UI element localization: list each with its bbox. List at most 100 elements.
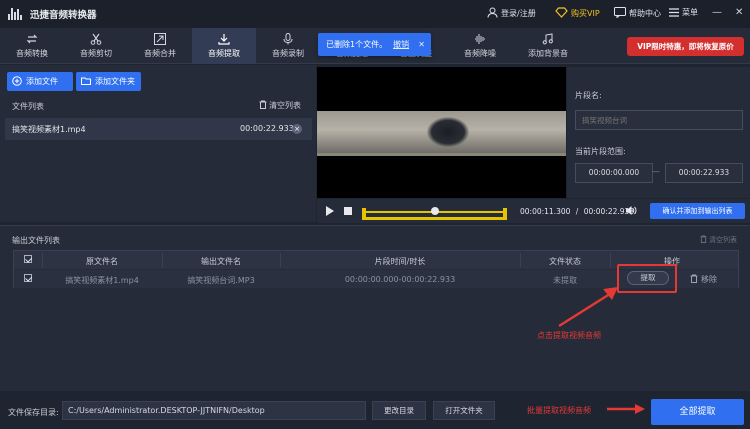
- add-to-output-button[interactable]: 确认并添加到输出列表: [650, 203, 745, 219]
- annotation-arrow-icon: [558, 287, 618, 328]
- buy-vip-link[interactable]: 购买VIP: [555, 7, 600, 19]
- annotation-arrow-icon: [607, 404, 645, 414]
- time-separator: —: [652, 167, 660, 176]
- add-file-label: 添加文件: [26, 77, 58, 86]
- file-name: 搞笑视频素材1.mp4: [12, 125, 86, 134]
- col-segment-time: 片段时间/时长: [374, 257, 426, 266]
- deleted-toast: 已删除1个文件。 撤销 ✕: [318, 33, 431, 56]
- menu-button[interactable]: 菜单: [669, 7, 698, 18]
- clear-file-list-button[interactable]: 清空列表: [259, 100, 301, 111]
- segment-name-label: 片段名:: [575, 91, 602, 100]
- menu-label: 菜单: [682, 8, 698, 17]
- tab-audio-cut[interactable]: 音频剪切: [64, 28, 128, 64]
- close-button[interactable]: ✕: [735, 7, 743, 18]
- timeline-start-handle[interactable]: [362, 208, 366, 220]
- tab-add-background-music[interactable]: 添加背景音: [512, 28, 584, 64]
- trash-icon: [259, 100, 267, 109]
- segment-name-input[interactable]: [575, 110, 743, 130]
- timeline-range[interactable]: [366, 217, 506, 220]
- convert-icon: [26, 34, 38, 44]
- time-divider: /: [575, 207, 579, 216]
- col-file-status: 文件状态: [549, 257, 581, 266]
- segment-start-time[interactable]: 00:00:00.000: [575, 163, 653, 183]
- user-icon: [487, 7, 498, 18]
- row-segment-time: 00:00:00.000-00:00:22.933: [344, 275, 456, 284]
- toast-close-icon[interactable]: ✕: [418, 33, 425, 56]
- remove-file-icon[interactable]: ×: [292, 124, 302, 134]
- undo-link[interactable]: 撤销: [393, 40, 409, 49]
- row-checkbox[interactable]: [24, 274, 32, 282]
- denoise-icon: [475, 34, 485, 44]
- tab-audio-denoise[interactable]: 音频降噪: [448, 28, 512, 64]
- row-output-name: 搞笑视频台词.MP3: [187, 276, 255, 285]
- output-list-title: 输出文件列表: [12, 236, 60, 245]
- stop-icon[interactable]: [344, 207, 352, 215]
- minimize-button[interactable]: —: [712, 7, 722, 18]
- add-folder-label: 添加文件夹: [95, 77, 135, 86]
- toast-message: 已删除1个文件。: [326, 40, 388, 49]
- clear-list-label: 清空列表: [269, 101, 301, 110]
- remove-label: 移除: [701, 275, 717, 284]
- save-directory-label: 文件保存目录:: [8, 408, 59, 417]
- col-output-name: 输出文件名: [201, 257, 241, 266]
- menu-icon: [669, 8, 679, 17]
- tab-audio-convert[interactable]: 音频转换: [0, 28, 64, 64]
- col-source-name: 原文件名: [86, 257, 118, 266]
- remove-row-button[interactable]: 移除: [690, 274, 717, 285]
- row-source-name: 搞笑视频素材1.mp4: [65, 276, 139, 285]
- plus-circle-icon: [12, 76, 22, 86]
- tab-label: 音频录制: [272, 49, 304, 58]
- help-label: 帮助中心: [629, 9, 661, 18]
- highlight-box: [617, 264, 677, 293]
- video-frame-edge: [317, 153, 566, 156]
- file-list-title: 文件列表: [12, 102, 44, 111]
- extract-icon: [218, 34, 230, 45]
- current-time: 00:00:11.300: [520, 207, 571, 216]
- app-title: 迅捷音频转换器: [30, 10, 97, 21]
- video-preview[interactable]: [317, 67, 566, 198]
- file-duration: 00:00:22.933: [240, 124, 294, 133]
- timeline-playhead[interactable]: [430, 207, 439, 215]
- add-folder-button[interactable]: 添加文件夹: [76, 72, 141, 91]
- extract-all-button[interactable]: 全部提取: [651, 399, 744, 425]
- trash-icon: [690, 274, 698, 283]
- folder-icon: [81, 77, 91, 85]
- trash-icon: [700, 235, 707, 243]
- vip-label: 购买VIP: [571, 9, 600, 18]
- chat-icon: [614, 7, 626, 19]
- annotation-extract-hint: 点击提取视频音频: [537, 331, 601, 340]
- merge-icon: [154, 33, 166, 45]
- clear-output-list-button[interactable]: 清空列表: [700, 235, 737, 245]
- login-link[interactable]: 登录/注册: [487, 7, 536, 19]
- segment-end-time[interactable]: 00:00:22.933: [665, 163, 743, 183]
- select-all-checkbox[interactable]: [24, 255, 32, 263]
- tab-audio-extract[interactable]: 音频提取: [192, 28, 256, 64]
- login-label: 登录/注册: [501, 9, 536, 18]
- tab-label: 音频提取: [208, 49, 240, 58]
- timeline-end-handle[interactable]: [503, 208, 507, 220]
- scissors-icon: [90, 33, 102, 45]
- tab-label: 音频剪切: [80, 49, 112, 58]
- save-directory-field[interactable]: C:/Users/Administrator.DESKTOP-JJTNIFN/D…: [62, 401, 366, 420]
- tab-audio-record[interactable]: 音频录制: [256, 28, 320, 64]
- annotation-batch-hint: 批量提取视频音频: [527, 406, 591, 415]
- video-figure: [427, 117, 469, 147]
- playback-time: 00:00:11.300 / 00:00:22.933: [520, 207, 634, 216]
- app-logo-icon: [8, 8, 22, 20]
- diamond-icon: [555, 7, 568, 18]
- tab-audio-merge[interactable]: 音频合并: [128, 28, 192, 64]
- change-directory-button[interactable]: 更改目录: [372, 401, 426, 420]
- tab-label: 添加背景音: [528, 49, 568, 58]
- tab-label: 音频合并: [144, 49, 176, 58]
- vip-promo-banner[interactable]: VIP限时特惠，即将恢复原价: [627, 37, 744, 56]
- output-clear-label: 清空列表: [709, 236, 737, 244]
- play-icon[interactable]: [326, 206, 334, 216]
- add-file-button[interactable]: 添加文件: [7, 72, 73, 91]
- segment-range-label: 当前片段范围:: [575, 147, 626, 156]
- help-center-link[interactable]: 帮助中心: [614, 7, 661, 19]
- volume-icon[interactable]: [625, 205, 637, 216]
- tab-label: 音频降噪: [464, 49, 496, 58]
- tab-label: 音频转换: [16, 49, 48, 58]
- open-folder-button[interactable]: 打开文件夹: [433, 401, 495, 420]
- music-add-icon: [542, 33, 553, 45]
